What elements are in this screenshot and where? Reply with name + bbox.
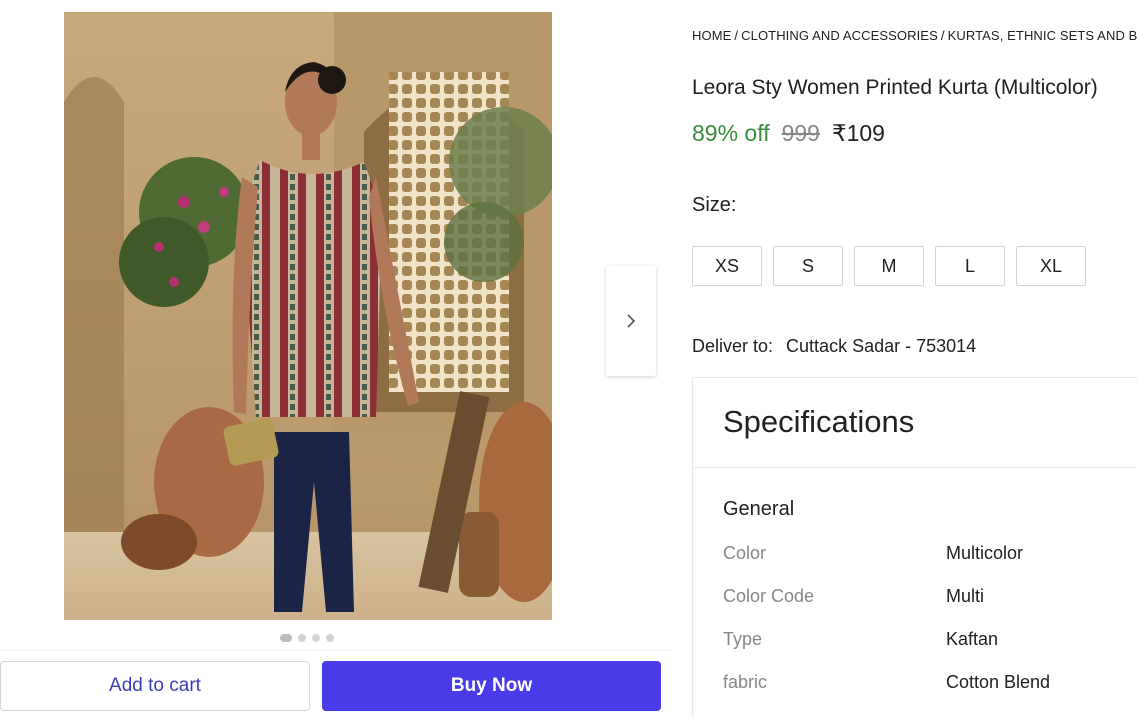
price-row: 89% off 999 ₹109: [692, 120, 885, 147]
breadcrumb-clothing[interactable]: CLOTHING AND ACCESSORIES: [741, 28, 938, 43]
breadcrumb-kurtas[interactable]: KURTAS, ETHNIC SETS AND BOTT: [948, 28, 1137, 43]
carousel-dots: [280, 634, 334, 642]
carousel-dot[interactable]: [312, 634, 320, 642]
carousel-dot-active[interactable]: [280, 634, 292, 642]
size-label: Size:: [692, 194, 737, 216]
delivery-label: Deliver to:: [692, 336, 774, 356]
breadcrumb-separator: /: [734, 28, 739, 43]
spec-key: fabric: [723, 672, 768, 692]
breadcrumb-separator: /: [940, 28, 945, 43]
specifications-title: Specifications: [723, 404, 915, 439]
size-option-l[interactable]: L: [935, 246, 1005, 286]
size-options: XS S M L XL: [692, 246, 1086, 286]
spec-value: Multicolor: [946, 543, 1024, 563]
mrp-price: 999: [781, 120, 820, 146]
chevron-right-icon: [627, 314, 636, 328]
discount-label: 89% off: [692, 120, 770, 146]
selling-price: ₹109: [831, 120, 885, 146]
divider: [693, 467, 1137, 468]
product-title: Leora Sty Women Printed Kurta (Multicolo…: [692, 76, 1098, 99]
delivery-location[interactable]: Cuttack Sadar - 753014: [786, 336, 976, 356]
buy-now-button[interactable]: Buy Now: [322, 661, 661, 711]
spec-group-title: General: [723, 498, 795, 520]
product-image[interactable]: [64, 12, 552, 620]
product-page: Add to cart Buy Now HOME / CLOTHING AND AC…: [0, 0, 1137, 717]
carousel-dot[interactable]: [326, 634, 334, 642]
carousel-dot[interactable]: [298, 634, 306, 642]
size-option-xs[interactable]: XS: [692, 246, 762, 286]
delivery-info: Deliver to: Cuttack Sadar - 753014: [692, 336, 976, 357]
product-photo: [64, 12, 552, 620]
spec-key: Color: [723, 543, 767, 563]
size-option-xl[interactable]: XL: [1016, 246, 1086, 286]
spec-key: Type: [723, 629, 763, 649]
breadcrumb-home[interactable]: HOME: [692, 28, 731, 43]
spec-value: Kaftan: [946, 629, 999, 649]
add-to-cart-button[interactable]: Add to cart: [0, 661, 310, 711]
spec-key: Color Code: [723, 586, 815, 606]
size-option-m[interactable]: M: [854, 246, 924, 286]
next-image-button[interactable]: [606, 266, 656, 376]
spec-value: Multi: [946, 586, 985, 606]
breadcrumb: HOME / CLOTHING AND ACCESSORIES / KURTAS, ET…: [692, 28, 1137, 43]
spec-value: Cotton Blend: [946, 672, 1051, 692]
size-option-s[interactable]: S: [773, 246, 843, 286]
